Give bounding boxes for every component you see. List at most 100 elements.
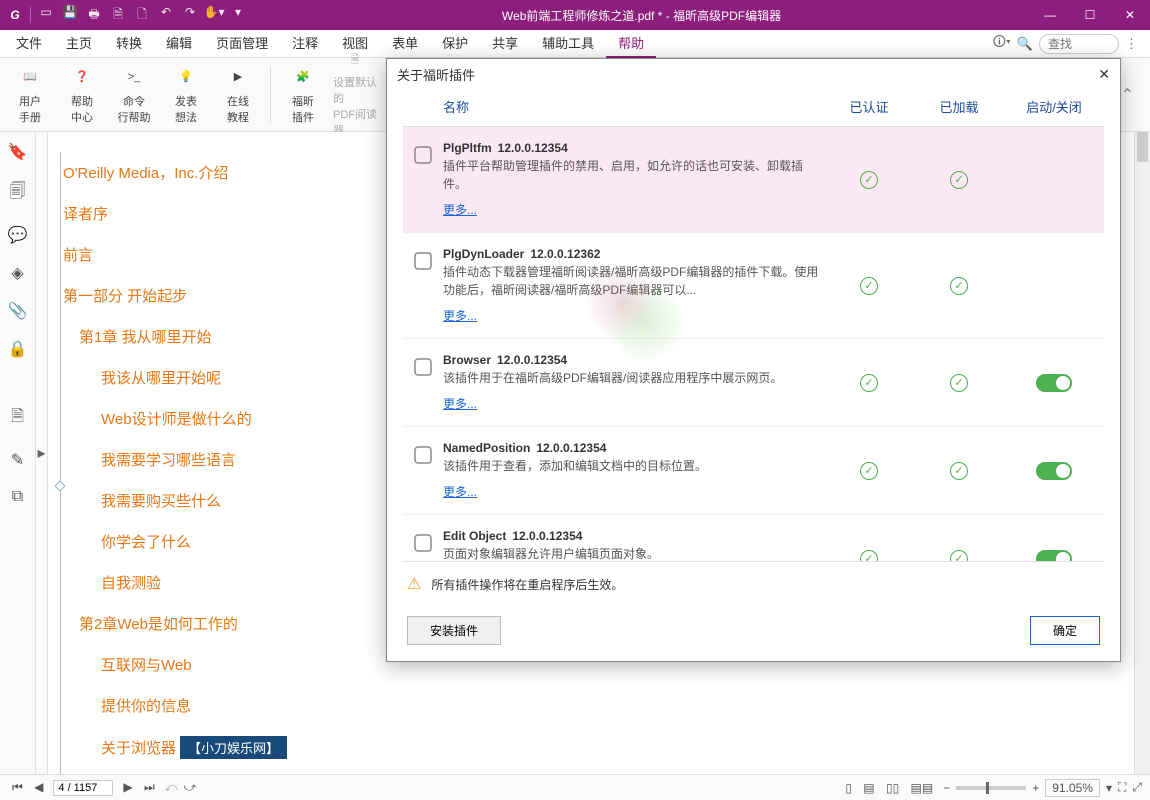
menu-主页[interactable]: 主页 [54, 29, 104, 58]
plugin-more-link[interactable]: 更多... [443, 395, 477, 412]
col-loaded: 已加载 [914, 97, 1004, 116]
zoom-out-icon[interactable]: − [943, 781, 950, 795]
export-icon[interactable]: 🗋 [131, 5, 153, 26]
auth-check-icon: ✓ [860, 171, 878, 189]
facing-icon[interactable]: ▯▯ [882, 781, 903, 795]
plugin-icon [403, 353, 443, 412]
auth-check-icon: ✓ [860, 550, 878, 563]
signature-icon[interactable]: ✎ [11, 450, 24, 470]
menu-页面管理[interactable]: 页面管理 [204, 29, 280, 58]
zoom-level[interactable]: 91.05% [1045, 779, 1100, 797]
print-icon[interactable]: 🖶 [83, 5, 105, 26]
ribbon-命令[interactable]: >_命令行帮助 [112, 62, 156, 127]
menu-编辑[interactable]: 编辑 [154, 29, 204, 58]
statusbar: ⏮ ◀ ▶ ⏭ ⤺ ⤻ ▯ ▤ ▯▯ ▤▤ − + 91.05% ▾ ⛶ ⤢ [0, 774, 1150, 800]
ribbon-发表[interactable]: 💡发表想法 [164, 62, 208, 127]
plugin-row[interactable]: Browser12.0.0.12354该插件用于在福昕高级PDF编辑器/阅读器应… [403, 339, 1104, 427]
dialog-title: 关于福昕插件 [397, 65, 475, 84]
app-logo: G [0, 8, 30, 22]
menu-帮助[interactable]: 帮助 [606, 29, 656, 58]
toc-entry[interactable]: 提供你的信息 [101, 685, 1134, 726]
first-page-icon[interactable]: ⏮ [8, 780, 27, 794]
toc-entry[interactable]: 关于浏览器【小刀娱乐网】 [101, 726, 1134, 769]
more-qa-icon[interactable]: ▾ [227, 5, 249, 26]
plugin-toggle[interactable] [1036, 550, 1072, 563]
ribbon-icon: 🗎 [343, 51, 367, 70]
menu-注释[interactable]: 注释 [280, 29, 330, 58]
plugin-row[interactable]: Edit Object12.0.0.12354页面对象编辑器允许用户编辑页面对象… [403, 515, 1104, 562]
menu-表单[interactable]: 表单 [380, 29, 430, 58]
plugin-more-link[interactable]: 更多... [443, 307, 477, 324]
plugin-desc: 该插件用于在福昕高级PDF编辑器/阅读器应用程序中展示网页。 [443, 369, 824, 387]
toc-entry[interactable]: 网页地址（URL）www.x6d.com [101, 769, 1134, 774]
plugin-row[interactable]: PlgDynLoader12.0.0.12362插件动态下载器管理福昕阅读器/福… [403, 233, 1104, 339]
redo-icon[interactable]: ↷ [179, 5, 201, 26]
compare-icon[interactable]: ⧉ [12, 488, 23, 506]
ribbon-icon: >_ [122, 65, 146, 89]
plugin-version: 12.0.0.12354 [536, 441, 606, 455]
close-button[interactable]: ✕ [1110, 8, 1150, 22]
panel-expand-handle[interactable]: ▸ [36, 132, 48, 774]
plugin-toggle[interactable] [1036, 374, 1072, 392]
zoom-dropdown-icon[interactable]: ▾ [1106, 781, 1112, 795]
attachments-icon[interactable]: 📎 [8, 301, 28, 321]
ribbon-icon: ❓ [70, 65, 94, 89]
field-icon[interactable]: 🗎 [11, 405, 24, 432]
nav-fwd-icon[interactable]: ⤻ [184, 780, 197, 795]
plugin-toggle[interactable] [1036, 462, 1072, 480]
facing-cont-icon[interactable]: ▤▤ [907, 781, 938, 795]
fullscreen-icon[interactable]: ⤢ [1132, 780, 1142, 795]
vertical-scrollbar[interactable] [1134, 132, 1150, 774]
titlebar: G ▭ 💾 🖶 🗎 🗋 ↶ ↷ ✋▾ ▾ Web前端工程师修炼之道.pdf * … [0, 0, 1150, 30]
open-icon[interactable]: ▭ [35, 5, 57, 26]
next-page-icon[interactable]: ▶ [119, 780, 136, 794]
ribbon-在线[interactable]: ▶在线教程 [216, 62, 260, 127]
maximize-button[interactable]: ☐ [1070, 8, 1110, 22]
save-icon[interactable]: 💾 [59, 5, 81, 26]
undo-icon[interactable]: ↶ [155, 5, 177, 26]
prev-page-icon[interactable]: ◀ [30, 780, 47, 794]
bookmark-icon[interactable]: 🔖 [8, 142, 28, 162]
menu-转换[interactable]: 转换 [104, 29, 154, 58]
install-plugin-button[interactable]: 安装插件 [407, 616, 501, 645]
plugin-more-link[interactable]: 更多... [443, 201, 477, 218]
plugin-row[interactable]: PlgPltfm12.0.0.12354插件平台帮助管理插件的禁用、启用，如允许… [403, 127, 1104, 233]
fit-width-icon[interactable]: ⛶ [1118, 780, 1126, 795]
security-icon[interactable]: 🔒 [8, 339, 28, 359]
zoom-slider[interactable] [956, 786, 1026, 790]
nav-back-icon[interactable]: ⤺ [165, 780, 178, 795]
hand-icon[interactable]: ✋▾ [203, 5, 225, 26]
plugin-list[interactable]: PlgPltfm12.0.0.12354插件平台帮助管理插件的禁用、启用，如允许… [403, 126, 1104, 562]
layers-icon[interactable]: ◈ [11, 263, 23, 283]
menu-保护[interactable]: 保护 [430, 29, 480, 58]
quick-access: ▭ 💾 🖶 🗎 🗋 ↶ ↷ ✋▾ ▾ [31, 5, 253, 26]
comments-icon[interactable]: 💬 [8, 225, 28, 245]
search-input[interactable] [1039, 34, 1119, 54]
menu-共享[interactable]: 共享 [480, 29, 530, 58]
plugin-row[interactable]: NamedPosition12.0.0.12354该插件用于查看，添加和编辑文档… [403, 427, 1104, 515]
col-name: 名称 [443, 97, 824, 116]
dialog-close-icon[interactable]: ✕ [1098, 66, 1110, 83]
plugin-desc: 该插件用于查看，添加和编辑文档中的目标位置。 [443, 457, 824, 475]
auth-check-icon: ✓ [860, 374, 878, 392]
col-toggle: 启动/关闭 [1004, 97, 1104, 116]
minimize-button[interactable]: ― [1030, 8, 1070, 22]
auth-check-icon: ✓ [860, 277, 878, 295]
plugin-more-link[interactable]: 更多... [443, 483, 477, 500]
menu-文件[interactable]: 文件 [4, 29, 54, 58]
menu-辅助工具[interactable]: 辅助工具 [530, 29, 606, 58]
single-page-icon[interactable]: ▯ [841, 781, 856, 795]
tell-me-icon[interactable]: 🛈▾ [993, 33, 1011, 55]
ribbon-帮助[interactable]: ❓帮助中心 [60, 62, 104, 127]
page-number-input[interactable] [53, 780, 113, 796]
search-icon[interactable]: 🔍 [1017, 36, 1033, 52]
menu-overflow-icon[interactable]: ⋮ [1125, 36, 1138, 52]
ribbon-用户[interactable]: 📖用户手册 [8, 62, 52, 127]
pages-icon[interactable]: 🗐 [10, 180, 26, 207]
last-page-icon[interactable]: ⏭ [140, 780, 159, 794]
ok-button[interactable]: 确定 [1030, 616, 1100, 645]
continuous-icon[interactable]: ▤ [859, 781, 878, 795]
page-icon[interactable]: 🗎 [107, 5, 129, 26]
zoom-in-icon[interactable]: + [1032, 781, 1039, 795]
ribbon-福昕[interactable]: 🧩福昕插件 [281, 62, 325, 127]
